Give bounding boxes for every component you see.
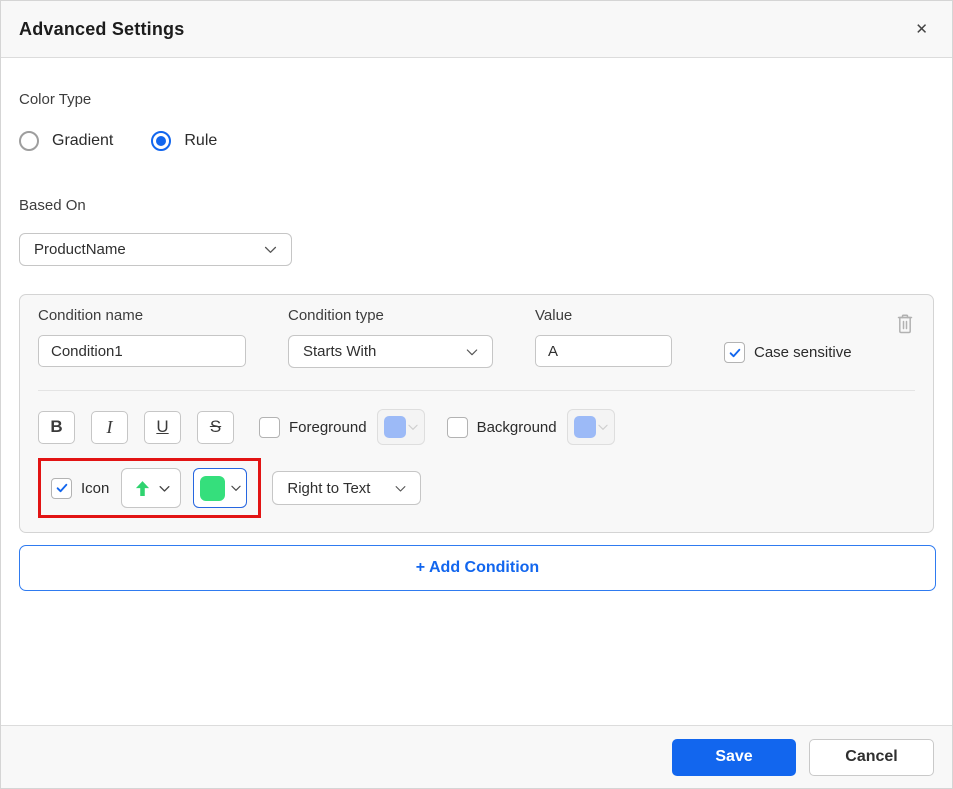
- chevron-down-icon: [264, 246, 277, 253]
- checkbox-unchecked-icon: [259, 416, 280, 438]
- background-checkbox[interactable]: Background: [446, 416, 557, 438]
- delete-condition-icon[interactable]: [893, 311, 917, 337]
- icon-color-picker[interactable]: [193, 468, 248, 508]
- case-sensitive-field: Case sensitive: [724, 307, 852, 368]
- condition-type-select[interactable]: Starts With: [288, 335, 493, 368]
- add-condition-button[interactable]: + Add Condition: [19, 545, 936, 591]
- condition-name-field: Condition name: [38, 307, 246, 368]
- icon-row: Icon Right to Text: [38, 458, 915, 518]
- condition-name-label: Condition name: [38, 307, 144, 324]
- background-color-picker[interactable]: [566, 409, 615, 445]
- panel-divider: [38, 390, 915, 391]
- chevron-down-icon: [231, 485, 242, 491]
- radio-gradient-label: Gradient: [52, 132, 114, 149]
- format-row: B I U S Foreground Background: [38, 409, 915, 445]
- underline-button[interactable]: U: [144, 410, 181, 444]
- dialog-body: Color Type Gradient Rule Based On Produc…: [1, 58, 952, 725]
- dialog-header: Advanced Settings ✕: [1, 1, 952, 58]
- radio-gradient[interactable]: Gradient: [19, 131, 113, 151]
- radio-circle-icon: [19, 131, 39, 151]
- case-sensitive-checkbox[interactable]: Case sensitive: [724, 342, 852, 363]
- foreground-checkbox[interactable]: Foreground: [259, 416, 367, 438]
- based-on-value: ProductName: [34, 241, 126, 258]
- chevron-down-icon: [159, 485, 170, 492]
- condition-name-input[interactable]: [38, 335, 246, 367]
- color-type-radio-group: Gradient Rule: [19, 128, 934, 154]
- close-icon[interactable]: ✕: [911, 18, 932, 41]
- checkbox-unchecked-icon: [446, 416, 468, 438]
- condition-main-row: Condition name Condition type Starts Wit…: [38, 307, 915, 368]
- advanced-settings-dialog: Advanced Settings ✕ Color Type Gradient …: [0, 0, 953, 789]
- condition-value-label: Value: [535, 307, 573, 324]
- strikethrough-button[interactable]: S: [197, 410, 234, 444]
- dialog-title: Advanced Settings: [19, 18, 185, 39]
- checkbox-checked-icon: [724, 342, 745, 363]
- chevron-down-icon: [407, 424, 418, 430]
- condition-type-field: Condition type Starts With: [288, 307, 493, 368]
- background-color-swatch: [573, 416, 596, 438]
- icon-label: Icon: [81, 479, 110, 497]
- chevron-down-icon: [395, 485, 406, 492]
- foreground-color-picker[interactable]: [376, 409, 425, 445]
- condition-value-field: Value: [535, 307, 672, 368]
- icon-checkbox[interactable]: Icon: [51, 477, 110, 499]
- icon-highlight-box: Icon: [38, 458, 262, 518]
- dialog-footer: Save Cancel: [1, 725, 952, 788]
- arrow-up-icon: [136, 480, 150, 496]
- radio-rule-label: Rule: [184, 132, 218, 149]
- icon-shape-select[interactable]: [121, 468, 182, 508]
- chevron-down-icon: [466, 348, 478, 355]
- based-on-select[interactable]: ProductName: [19, 233, 292, 266]
- italic-button[interactable]: I: [91, 410, 128, 444]
- radio-circle-checked-icon: [151, 131, 172, 151]
- condition-type-label: Condition type: [288, 307, 384, 324]
- save-button[interactable]: Save: [672, 738, 796, 776]
- case-sensitive-label: Case sensitive: [754, 344, 852, 361]
- based-on-label: Based On: [19, 197, 86, 214]
- condition-panel: Condition name Condition type Starts Wit…: [19, 294, 934, 533]
- condition-value-input[interactable]: [535, 335, 672, 367]
- checkbox-checked-icon: [51, 477, 72, 499]
- chevron-down-icon: [597, 424, 608, 430]
- bold-button[interactable]: B: [38, 410, 75, 444]
- color-type-label: Color Type: [19, 91, 92, 108]
- radio-rule[interactable]: Rule: [151, 131, 217, 151]
- background-label: Background: [476, 418, 557, 436]
- foreground-color-swatch: [383, 416, 406, 438]
- icon-color-swatch: [200, 475, 226, 501]
- icon-position-select[interactable]: Right to Text: [272, 471, 422, 505]
- icon-position-value: Right to Text: [287, 479, 371, 497]
- cancel-button[interactable]: Cancel: [809, 738, 934, 776]
- foreground-label: Foreground: [289, 418, 367, 436]
- condition-type-value: Starts With: [303, 343, 377, 360]
